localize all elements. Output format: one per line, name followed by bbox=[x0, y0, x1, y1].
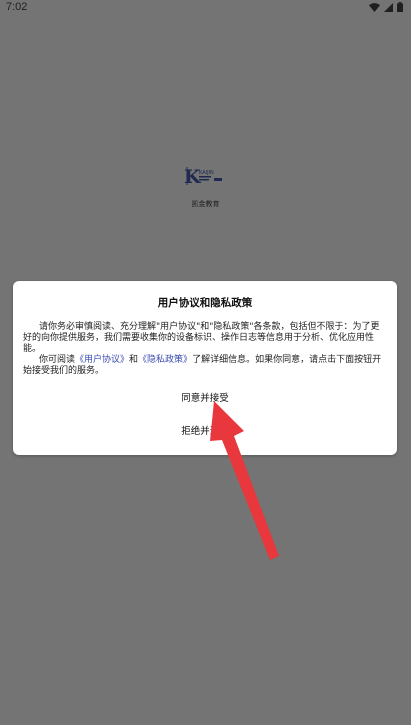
privacy-policy-link[interactable]: 《隐私政策》 bbox=[138, 355, 192, 365]
signal-icon bbox=[384, 2, 393, 12]
status-icons bbox=[369, 1, 403, 13]
agree-button[interactable]: 同意并接受 bbox=[13, 390, 397, 408]
status-bar: 7:02 bbox=[0, 0, 411, 14]
reject-button[interactable]: 拒绝并退出 bbox=[13, 423, 397, 441]
privacy-dialog: 用户协议和隐私政策 请你务必审慎阅读、充分理解"用户协议"和"隐私政策"各条款，… bbox=[13, 281, 397, 455]
dialog-body: 请你务必审慎阅读、充分理解"用户协议"和"隐私政策"各条款，包括但不限于：为了更… bbox=[23, 322, 387, 377]
screen: 7:02 K KAIJIN 凯金教育 用户协议和隐私政策 请你务必审慎阅读、充分… bbox=[0, 0, 411, 725]
dialog-paragraph-2: 你可阅读《用户协议》和《隐私政策》了解详细信息。如果你同意，请点击下面按钮开始接… bbox=[23, 355, 387, 377]
battery-icon bbox=[397, 2, 403, 12]
paragraph-2-and: 和 bbox=[129, 355, 139, 365]
app-logo: K KAIJIN bbox=[184, 166, 228, 188]
logo-brand: KAIJIN bbox=[199, 170, 214, 176]
splash-label: 凯金教育 bbox=[191, 200, 220, 208]
user-agreement-link[interactable]: 《用户协议》 bbox=[75, 355, 129, 365]
wifi-icon bbox=[369, 2, 380, 12]
dialog-paragraph-1: 请你务必审慎阅读、充分理解"用户协议"和"隐私政策"各条款，包括但不限于：为了更… bbox=[23, 322, 380, 354]
status-time: 7:02 bbox=[6, 1, 28, 13]
paragraph-2-prefix: 你可阅读 bbox=[39, 355, 76, 365]
dialog-title: 用户协议和隐私政策 bbox=[157, 297, 253, 309]
